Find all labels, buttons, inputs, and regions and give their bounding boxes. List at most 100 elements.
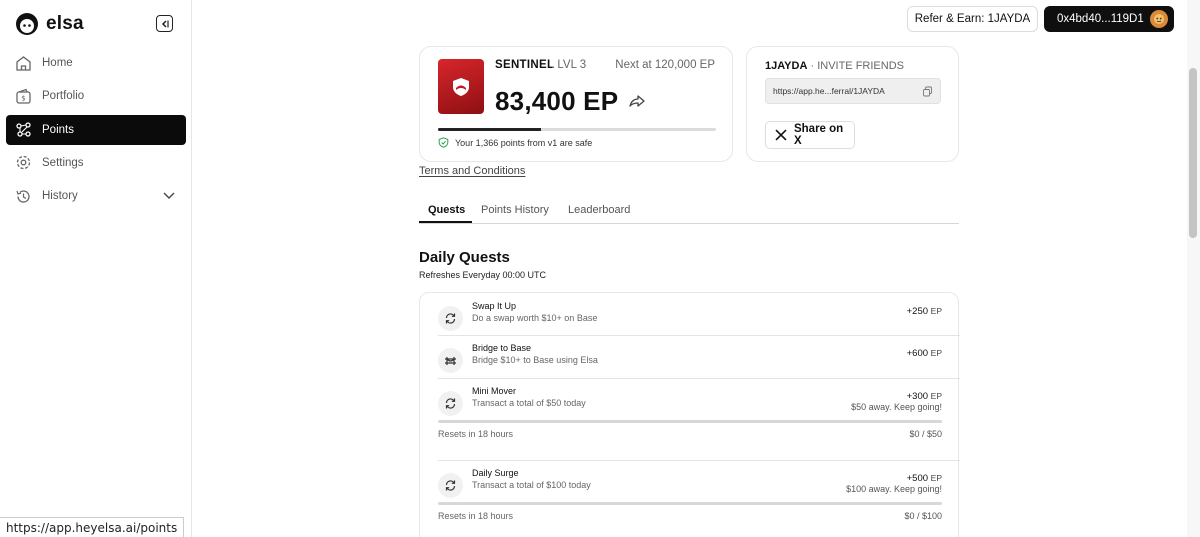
quest-description: Transact a total of $50 today — [472, 398, 586, 408]
sidebar: elsa Home $ Portfolio Points Settings Hi… — [0, 0, 192, 537]
history-icon — [16, 190, 30, 203]
swap-icon-wrap — [438, 391, 463, 416]
wallet-button[interactable]: 0x4bd40...119D1 — [1044, 6, 1174, 32]
points-icon — [16, 122, 31, 137]
divider — [438, 460, 960, 461]
quest-progress-message: $50 away. Keep going! — [851, 402, 942, 412]
invite-title-suffix: · INVITE FRIENDS — [810, 60, 904, 72]
bridge-icon — [445, 357, 456, 365]
tab-points-history[interactable]: Points History — [481, 204, 549, 216]
sidebar-item-label: Home — [42, 57, 73, 69]
tier-badge — [438, 59, 484, 114]
swap-icon-wrap — [438, 306, 463, 331]
tier-level: . LVL 3 — [551, 59, 587, 71]
quest-reward-value: +250 — [906, 306, 929, 317]
quest-progress-message: $100 away. Keep going! — [846, 484, 942, 494]
quest-progress-count: $0 / $100 — [904, 511, 942, 521]
invite-card: 1JAYDA · INVITE FRIENDS https://app.he..… — [746, 46, 959, 162]
quest-reward: +250 EP — [907, 306, 942, 317]
quest-reward: +600 EP — [907, 348, 942, 359]
sidebar-item-label: Portfolio — [42, 90, 85, 103]
tab-leaderboard[interactable]: Leaderboard — [568, 204, 630, 216]
invite-code: 1JAYDA — [765, 60, 808, 72]
divider — [438, 335, 960, 336]
quest-name: Mini Mover — [472, 386, 517, 396]
sidebar-item-label: Points — [42, 123, 74, 136]
swap-icon-wrap — [438, 473, 463, 498]
quest-name: Swap It Up — [472, 301, 517, 311]
quest-reward-unit: EP — [930, 473, 942, 483]
x-logo-icon — [775, 129, 787, 141]
points-total: 83,400 EP — [495, 86, 619, 116]
sidebar-item-label: History — [42, 190, 78, 203]
invite-title: 1JAYDA · INVITE FRIENDS — [765, 60, 904, 72]
sidebar-item-home[interactable]: Home — [6, 48, 186, 78]
brand-name: elsa — [46, 13, 84, 34]
quest-progress-count: $0 / $50 — [909, 429, 942, 439]
sidebar-item-portfolio[interactable]: $ Portfolio — [6, 81, 186, 111]
daily-quests-subtitle: Refreshes Everyday 00:00 UTC — [419, 270, 547, 280]
next-level-text: Next at 120,000 EP — [615, 59, 715, 71]
brand-logo[interactable]: elsa — [14, 12, 84, 36]
safe-notice-text: Your 1,366 points from v1 are safe — [455, 137, 593, 148]
quest-progress-bar — [438, 420, 942, 423]
shield-check-icon — [438, 137, 449, 148]
referral-link-text: https://app.he...ferral/1JAYDA — [773, 86, 885, 96]
quests-list: Swap It Up Do a swap worth $10+ on Base … — [419, 292, 960, 537]
share-on-x-label: Share on X — [793, 123, 844, 147]
quest-description: Bridge $10+ to Base using Elsa — [472, 355, 598, 365]
tab-quests[interactable]: Quests — [428, 204, 465, 216]
shield-badge-icon — [453, 77, 469, 96]
quest-description: Transact a total of $100 today — [472, 480, 591, 490]
quest-reward-value: +600 — [906, 348, 929, 359]
swap-icon — [445, 398, 456, 409]
quest-reward: +500 EP — [907, 473, 942, 484]
level-progress-fill — [438, 128, 541, 131]
collapse-sidebar-button[interactable] — [156, 15, 173, 32]
terms-link[interactable]: Terms and Conditions — [419, 165, 525, 177]
share-arrow-icon[interactable] — [628, 92, 646, 110]
quest-reward-value: +300 — [906, 391, 929, 402]
safe-notice: Your 1,366 points from v1 are safe — [438, 137, 592, 148]
copy-icon[interactable] — [922, 86, 933, 97]
quest-reward-unit: EP — [930, 306, 942, 316]
quest-description: Do a swap worth $10+ on Base — [472, 313, 598, 323]
status-bar-url: https://app.heyelsa.ai/points — [0, 517, 185, 537]
points-card: SENTINEL . LVL 3 Next at 120,000 EP 83,4… — [419, 46, 733, 162]
quest-progress-bar — [438, 502, 942, 505]
sidebar-item-points[interactable]: Points — [6, 114, 186, 145]
quest-reward-unit: EP — [930, 391, 942, 401]
avatar-icon — [1154, 14, 1164, 24]
quest-name: Bridge to Base — [472, 343, 532, 353]
quest-reward-value: +500 — [906, 473, 929, 484]
level-progress-bar — [438, 128, 716, 131]
quest-name: Daily Surge — [472, 468, 519, 478]
referral-link-field[interactable]: https://app.he...ferral/1JAYDA — [765, 78, 941, 104]
active-tab-indicator — [419, 221, 472, 223]
sidebar-item-history[interactable]: History — [6, 181, 186, 211]
sidebar-nav: Home $ Portfolio Points Settings History — [6, 48, 186, 214]
collapse-icon — [161, 19, 169, 28]
daily-quests-title: Daily Quests — [419, 249, 510, 266]
gear-icon — [16, 156, 31, 170]
elsa-logo-icon — [16, 13, 38, 35]
swap-icon — [445, 313, 456, 324]
tier-name: SENTINEL — [495, 59, 555, 71]
refer-earn-button[interactable]: Refer & Earn: 1JAYDA — [907, 6, 1038, 32]
quest-resets-text: Resets in 18 hours — [438, 429, 514, 439]
avatar — [1150, 10, 1168, 28]
swap-icon — [445, 480, 456, 491]
points-tabs: Quests Points History Leaderboard — [419, 199, 959, 224]
wallet-address: 0x4bd40...119D1 — [1057, 13, 1144, 25]
scrollbar-thumb[interactable] — [1189, 68, 1197, 238]
sidebar-item-label: Settings — [42, 156, 84, 169]
sidebar-item-settings[interactable]: Settings — [6, 148, 186, 178]
divider — [438, 378, 960, 379]
svg-text:$: $ — [21, 94, 25, 102]
chevron-down-icon[interactable] — [162, 188, 176, 202]
wallet-icon: $ — [16, 88, 31, 104]
bridge-icon-wrap — [438, 348, 463, 373]
quest-reward-unit: EP — [930, 348, 942, 358]
quest-reward: +300 EP — [907, 391, 942, 402]
share-on-x-button[interactable]: Share on X — [765, 121, 855, 149]
